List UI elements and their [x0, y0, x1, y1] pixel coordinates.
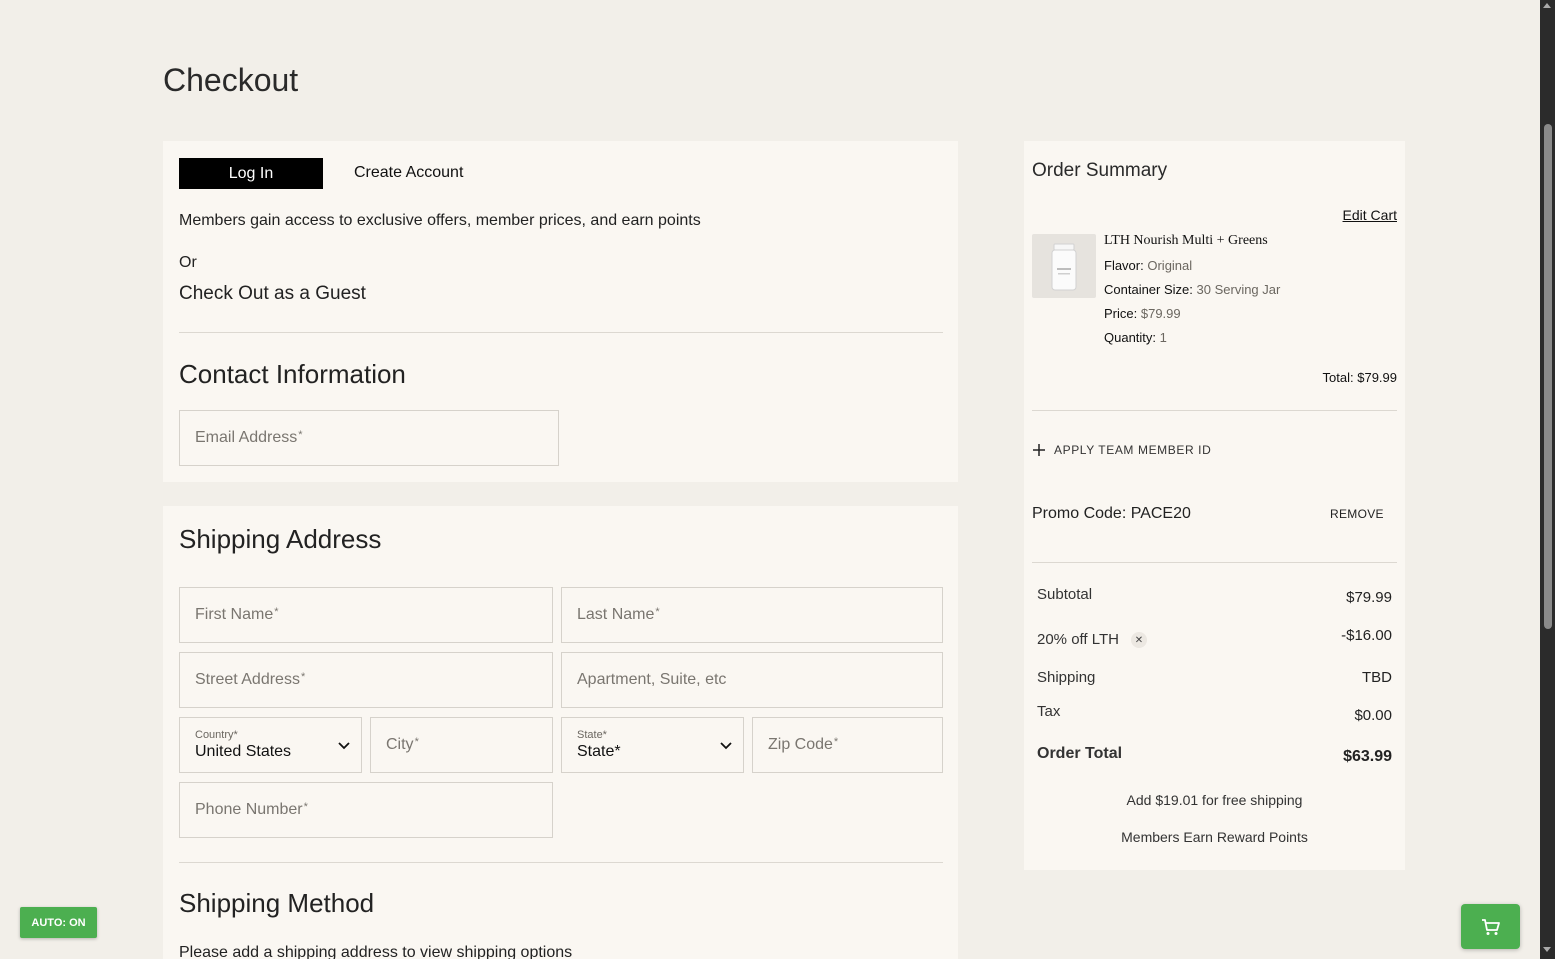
country-value: United States: [195, 743, 292, 760]
apartment-field[interactable]: Apartment, Suite, etc: [561, 652, 943, 708]
cart-button[interactable]: [1461, 904, 1520, 949]
city-placeholder: City: [386, 736, 414, 753]
apply-team-member-button[interactable]: APPLY TEAM MEMBER ID: [1032, 443, 1211, 457]
country-label: Country*: [195, 729, 238, 741]
city-field[interactable]: City *: [370, 717, 553, 773]
shipping-method-title: Shipping Method: [179, 888, 375, 918]
required-mark: *: [303, 801, 308, 813]
or-text: Or: [179, 254, 197, 271]
page-title: Checkout: [163, 62, 299, 98]
zip-code-field[interactable]: Zip Code *: [752, 717, 943, 773]
product-name: LTH Nourish Multi + Greens: [1104, 233, 1268, 248]
free-shipping-note: Add $19.01 for free shipping: [1126, 792, 1303, 808]
required-mark: *: [298, 429, 303, 441]
required-mark: *: [833, 736, 839, 748]
product-thumbnail: [1032, 234, 1096, 298]
create-account-button[interactable]: Create Account: [354, 164, 463, 182]
flavor-value: Original: [1147, 258, 1193, 273]
promo-code-label: Promo Code: PACE20: [1032, 505, 1191, 522]
quantity-label: Quantity:: [1104, 330, 1157, 345]
scroll-up-arrow-icon[interactable]: [1543, 3, 1551, 8]
state-value: State*: [577, 743, 621, 760]
required-mark: *: [414, 736, 419, 748]
divider: [179, 862, 943, 863]
members-info-text: Members gain access to exclusive offers,…: [179, 212, 701, 229]
contact-information-title: Contact Information: [179, 359, 406, 389]
last-name-placeholder: Last Name: [577, 606, 655, 623]
street-address-field[interactable]: Street Address *: [179, 652, 553, 708]
item-total: Total: $79.99: [1322, 370, 1397, 385]
quantity-value: 1: [1159, 330, 1167, 345]
order-summary-title: Order Summary: [1032, 160, 1168, 181]
state-select[interactable]: State* State*: [561, 717, 744, 773]
country-select[interactable]: Country* United States: [179, 717, 362, 773]
chevron-down-icon: [338, 742, 350, 750]
scrollbar-thumb[interactable]: [1544, 124, 1552, 629]
email-field[interactable]: Email Address *: [179, 410, 559, 466]
price-label: Price:: [1104, 306, 1138, 321]
first-name-field[interactable]: First Name *: [179, 587, 553, 643]
size-value: 30 Serving Jar: [1196, 282, 1281, 297]
apartment-placeholder: Apartment, Suite, etc: [577, 671, 727, 688]
state-label: State*: [577, 729, 607, 741]
street-placeholder: Street Address: [195, 671, 300, 688]
phone-placeholder: Phone Number: [195, 801, 303, 818]
divider: [1032, 562, 1397, 563]
apply-team-label: APPLY TEAM MEMBER ID: [1054, 443, 1212, 457]
discount-value: -$16.00: [1341, 627, 1392, 644]
size-label: Container Size:: [1104, 282, 1193, 297]
shipping-address-title: Shipping Address: [179, 524, 382, 554]
required-mark: *: [274, 606, 279, 618]
order-total-value: $63.99: [1343, 748, 1392, 765]
product-flavor: Flavor: Original: [1104, 258, 1192, 273]
product-quantity: Quantity: 1: [1104, 330, 1167, 345]
order-total-label: Order Total: [1037, 745, 1123, 762]
scroll-down-arrow-icon[interactable]: [1543, 947, 1551, 952]
shipping-value: TBD: [1362, 669, 1392, 686]
divider: [1032, 410, 1397, 411]
flavor-label: Flavor:: [1104, 258, 1144, 273]
first-name-placeholder: First Name: [195, 606, 274, 623]
zip-placeholder: Zip Code: [768, 736, 833, 753]
tax-label: Tax: [1037, 703, 1061, 720]
plus-icon: [1033, 444, 1045, 456]
reward-points-note: Members Earn Reward Points: [1121, 829, 1308, 845]
shipping-method-note: Please add a shipping address to view sh…: [179, 944, 573, 959]
product-price: Price: $79.99: [1104, 306, 1181, 321]
product-jar-image: [1051, 243, 1077, 291]
subtotal-value: $79.99: [1346, 589, 1392, 606]
required-mark: *: [655, 606, 660, 618]
email-placeholder: Email Address: [195, 429, 298, 446]
cart-icon: [1481, 918, 1500, 935]
remove-promo-button[interactable]: REMOVE: [1330, 507, 1384, 521]
account-panel: Log In Create Account Members gain acces…: [163, 141, 958, 482]
edit-cart-link[interactable]: Edit Cart: [1343, 207, 1397, 223]
order-summary-panel: Order Summary Edit Cart LTH Nourish Mult…: [1024, 141, 1405, 870]
last-name-field[interactable]: Last Name *: [561, 587, 943, 643]
discount-row-label: 20% off LTH ✕: [1037, 631, 1147, 649]
product-size: Container Size: 30 Serving Jar: [1104, 282, 1280, 297]
required-mark: *: [300, 671, 306, 683]
shipping-panel: Shipping Address First Name * Last Name * …: [163, 506, 958, 959]
phone-number-field[interactable]: Phone Number *: [179, 782, 553, 838]
subtotal-label: Subtotal: [1037, 586, 1093, 603]
tax-value: $0.00: [1354, 707, 1392, 724]
login-button[interactable]: Log In: [179, 158, 323, 189]
chevron-down-icon: [720, 742, 732, 750]
guest-checkout-heading: Check Out as a Guest: [179, 283, 366, 304]
discount-label: 20% off LTH: [1037, 631, 1119, 648]
shipping-label: Shipping: [1037, 669, 1096, 686]
auto-toggle-badge[interactable]: AUTO: ON: [20, 907, 97, 938]
price-value: $79.99: [1140, 306, 1181, 321]
divider: [179, 332, 943, 333]
remove-discount-icon[interactable]: ✕: [1131, 632, 1147, 649]
